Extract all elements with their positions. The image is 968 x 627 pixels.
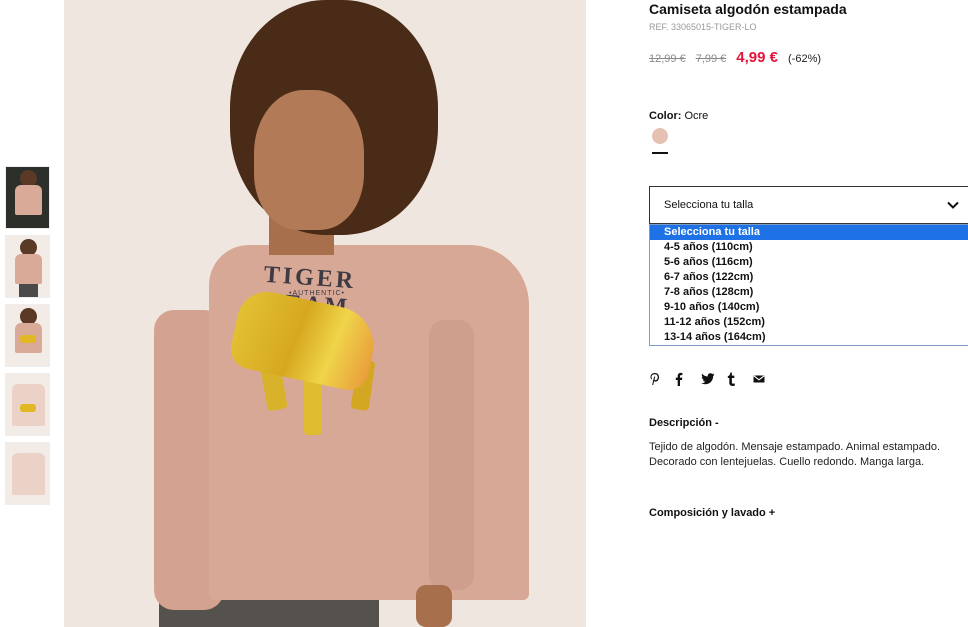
thumbnail-1[interactable] [5,166,50,229]
price-row: 12,99 € 7,99 € 4,99 € (-62%) [649,49,821,66]
twitter-icon[interactable] [701,370,727,388]
previous-price: 7,99 € [695,53,727,65]
thumbnail-tiger-print [20,335,36,343]
thumbnail-tiger-print [20,404,36,412]
thumbnail-3[interactable] [5,304,50,367]
composition-toggle[interactable]: Composición y lavado + [649,507,775,519]
description-text: Tejido de algodón. Mensaje estampado. An… [649,441,941,468]
current-price: 4,99 € [736,49,779,66]
main-product-image[interactable]: TIGER TEAM •AUTHENTIC• [64,0,586,627]
thumbnail-shirt-back [12,453,45,495]
thumbnail-4[interactable] [5,373,50,436]
size-option[interactable]: 11-12 años (152cm) [650,315,968,330]
size-option[interactable]: Selecciona tu talla [650,225,968,240]
email-icon[interactable] [753,370,779,388]
size-dropdown-list: Selecciona tu talla 4-5 años (110cm) 5-6… [649,224,968,346]
thumbnail-figure-legs [19,284,38,297]
size-option[interactable]: 9-10 años (140cm) [650,300,968,315]
product-reference: REF. 33065015-TIGER-LO [649,22,757,32]
tumblr-icon[interactable] [727,370,753,388]
thumbnail-5[interactable] [5,442,50,505]
size-option[interactable]: 5-6 años (116cm) [650,255,968,270]
color-label-key: Color: [649,110,682,122]
size-select-label: Selecciona tu talla [664,199,754,211]
size-option[interactable]: 6-7 años (122cm) [650,270,968,285]
image-face [254,90,364,230]
thumbnail-figure-shirt [15,254,42,284]
facebook-icon[interactable] [675,370,701,388]
image-hand [416,585,452,627]
thumbnail-2[interactable] [5,235,50,298]
original-price: 12,99 € [649,53,686,65]
color-label: Color: Ocre [649,110,708,122]
product-info-panel: Camiseta algodón estampada REF. 33065015… [649,0,968,627]
size-option[interactable]: 7-8 años (128cm) [650,285,968,300]
description-toggle[interactable]: Descripción - [649,417,719,429]
color-swatch-selected-indicator [652,152,668,154]
product-title: Camiseta algodón estampada [649,1,847,17]
color-label-value: Ocre [684,110,709,122]
size-option[interactable]: 4-5 años (110cm) [650,240,968,255]
shirt-print-subtext: •AUTHENTIC• [289,290,345,297]
discount-badge: (-62%) [788,53,822,65]
pinterest-icon[interactable] [649,370,675,388]
size-option[interactable]: 13-14 años (164cm) [650,330,968,345]
chevron-down-icon [947,201,959,209]
size-select[interactable]: Selecciona tu talla [649,186,968,224]
thumbnail-figure-shirt [15,185,42,215]
color-swatch-ocre[interactable] [652,128,668,144]
thumbnail-gallery [5,166,50,511]
share-bar [649,370,779,388]
image-sleeve-right [429,320,474,590]
